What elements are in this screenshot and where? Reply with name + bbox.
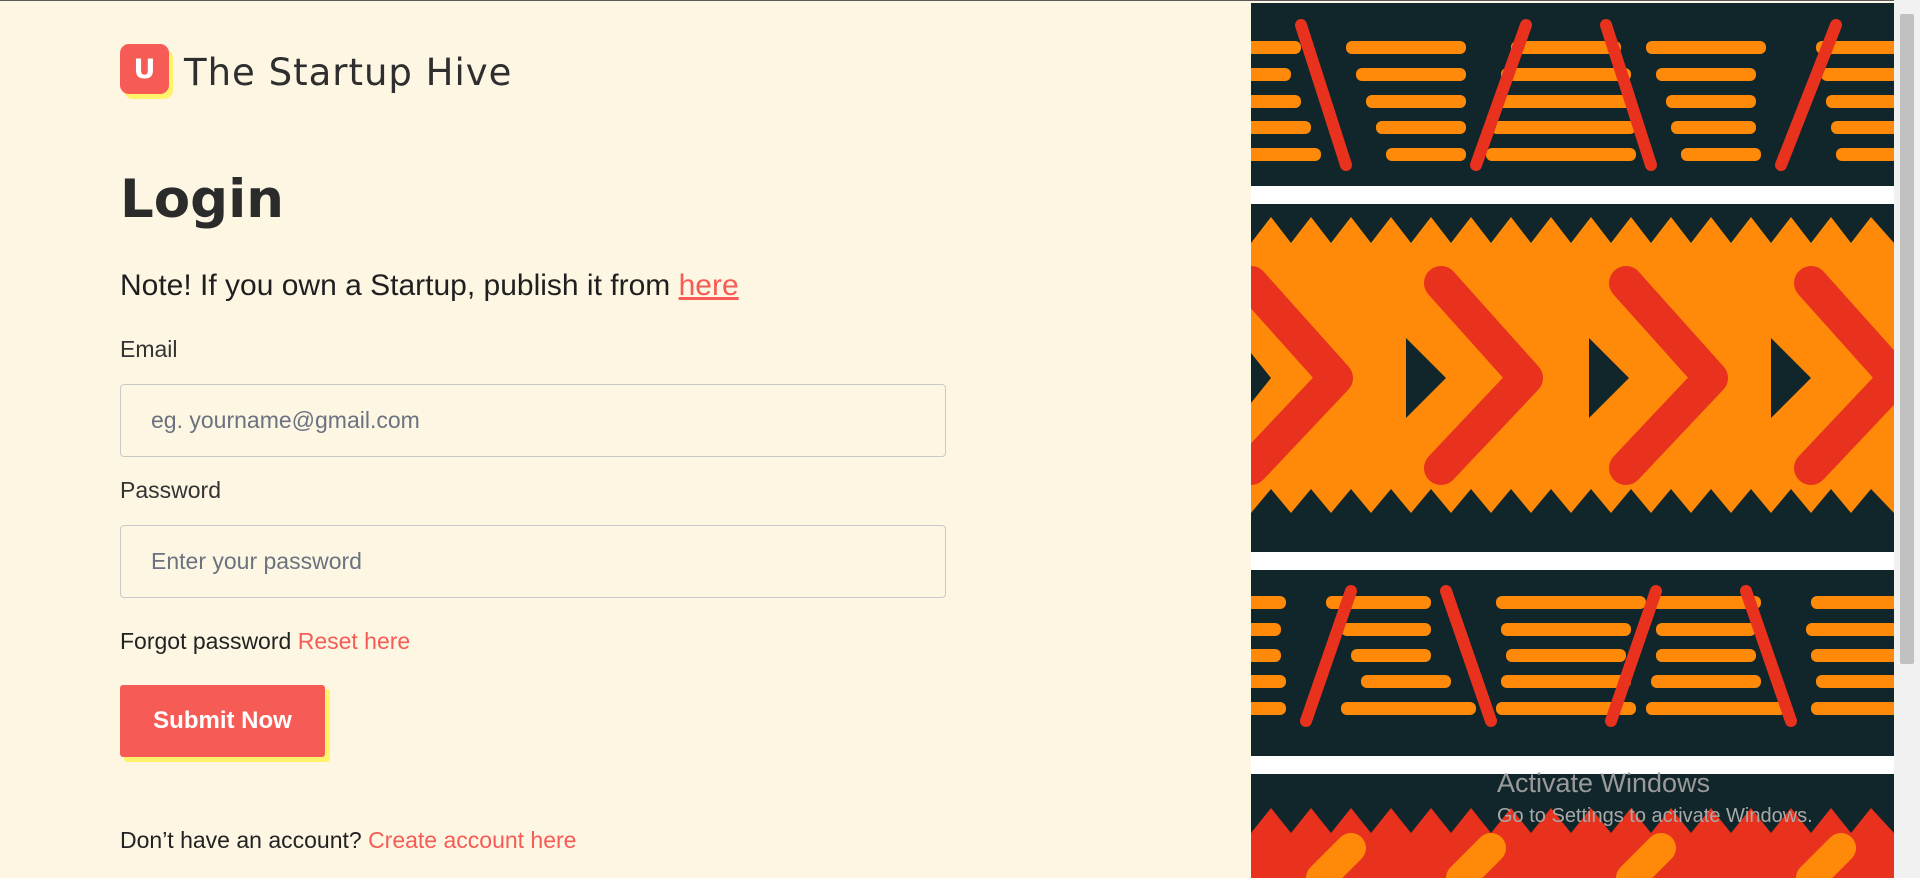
decorative-pattern-image xyxy=(1251,3,1894,878)
forgot-password-text: Forgot password xyxy=(120,628,298,654)
publish-note: Note! If you own a Startup, publish it f… xyxy=(120,269,739,303)
tribal-pattern xyxy=(1251,3,1894,878)
logo-badge: U xyxy=(120,44,169,94)
password-label: Password xyxy=(120,477,221,503)
page-title: Login xyxy=(120,169,285,230)
create-account-link[interactable]: Create account here xyxy=(368,827,576,853)
windows-activation-watermark: Activate Windows Go to Settings to activ… xyxy=(1497,768,1813,828)
publish-here-link[interactable]: here xyxy=(679,269,739,302)
password-field[interactable] xyxy=(120,525,946,598)
brand-name: The Startup Hive xyxy=(184,50,513,94)
brand[interactable]: U The Startup Hive xyxy=(120,44,512,100)
page-scrollbar[interactable] xyxy=(1894,0,1920,878)
submit-button-wrap: Submit Now xyxy=(120,685,332,763)
watermark-title: Activate Windows xyxy=(1497,768,1711,798)
watermark-subtitle: Go to Settings to activate Windows. xyxy=(1497,805,1813,827)
signup-text: Don’t have an account? xyxy=(120,827,369,853)
forgot-password: Forgot password Reset here xyxy=(120,628,410,655)
logo: U xyxy=(120,44,174,100)
login-panel: U The Startup Hive Login Note! If you ow… xyxy=(0,1,1251,878)
email-label: Email xyxy=(120,336,178,362)
submit-button[interactable]: Submit Now xyxy=(120,685,325,757)
scrollbar-thumb[interactable] xyxy=(1900,14,1914,664)
reset-password-link[interactable]: Reset here xyxy=(298,628,411,654)
email-field[interactable] xyxy=(120,384,946,457)
publish-note-text: Note! If you own a Startup, publish it f… xyxy=(120,269,679,302)
signup-prompt: Don’t have an account? Create account he… xyxy=(120,827,576,854)
